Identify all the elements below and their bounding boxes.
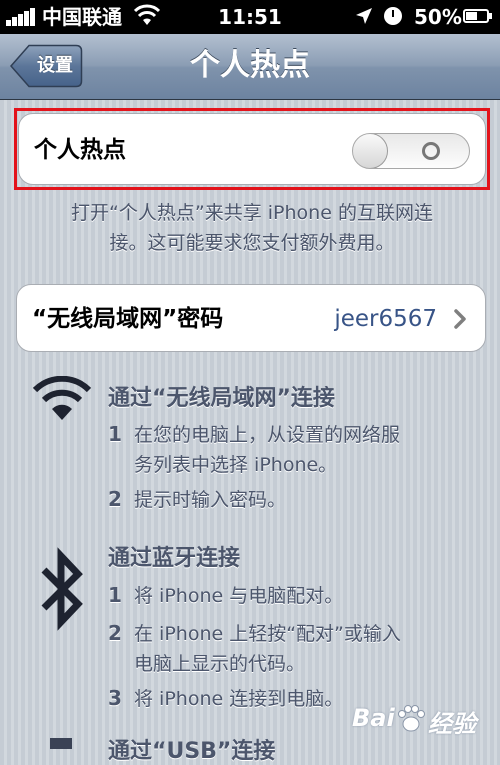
hotspot-cell: 个人热点 [18, 113, 486, 185]
watermark-text-b: 经验 [428, 710, 476, 738]
wifi-step-1-text-2: 务列表中选择 iPhone。 [134, 454, 338, 476]
wifi-password-cell[interactable]: “无线局域网”密码 jeer6567 [16, 284, 486, 352]
bluetooth-step-2-text-1: 在 iPhone 上轻按“配对”或输入 [134, 623, 401, 645]
battery-percent: 50% [414, 5, 462, 29]
bluetooth-step-2-text-2: 电脑上显示的代码。 [134, 653, 306, 675]
toggle-off-icon [422, 142, 440, 160]
carrier-name: 中国联通 [42, 5, 122, 29]
watermark-text-a: Bai [352, 704, 395, 732]
chevron-right-icon [454, 309, 466, 329]
wifi-step-2-text: 提示时输入密码。 [134, 489, 287, 511]
signal-bars-icon [6, 8, 38, 26]
navigation-bar: 个人热点 设置 [0, 34, 500, 100]
status-time: 11:51 [218, 5, 282, 29]
paw-icon [398, 705, 425, 732]
status-bar: 中国联通 11:51 50% [0, 0, 500, 34]
wifi-password-label: “无线局域网”密码 [32, 306, 224, 332]
back-button-label: 设置 [37, 55, 73, 76]
clock-icon [384, 7, 402, 25]
wifi-step-1-number: 1 [108, 422, 122, 446]
battery-icon [463, 9, 489, 23]
usb-section-title: 通过“USB”连接 [108, 739, 276, 764]
bluetooth-step-1-text: 将 iPhone 与电脑配对。 [134, 585, 344, 607]
location-arrow-icon [356, 8, 372, 24]
bluetooth-section-title: 通过蓝牙连接 [108, 546, 241, 571]
bluetooth-icon [41, 547, 83, 631]
wifi-section-title: 通过“无线局域网”连接 [108, 386, 335, 411]
wifi-large-icon [32, 376, 92, 420]
wifi-password-value: jeer6567 [334, 306, 437, 332]
usb-icon [50, 738, 72, 749]
bluetooth-step-3-number: 3 [108, 686, 122, 710]
bluetooth-step-2-number: 2 [108, 621, 122, 645]
wifi-icon [134, 4, 160, 25]
hotspot-toggle[interactable] [352, 133, 470, 169]
wifi-step-1-text-1: 在您的电脑上，从设置的网络服 [134, 424, 401, 446]
bluetooth-step-1-number: 1 [108, 583, 122, 607]
watermark-logo: Bai 经验 [352, 698, 492, 742]
hotspot-label: 个人热点 [34, 137, 126, 163]
back-button[interactable]: 设置 [9, 44, 83, 88]
hotspot-description-1: 打开“个人热点”来共享 iPhone 的互联网连 [71, 202, 433, 224]
hotspot-description-2: 接。这可能要求您支付额外费用。 [109, 232, 395, 254]
wifi-step-2-number: 2 [108, 487, 122, 511]
toggle-knob [353, 134, 388, 168]
